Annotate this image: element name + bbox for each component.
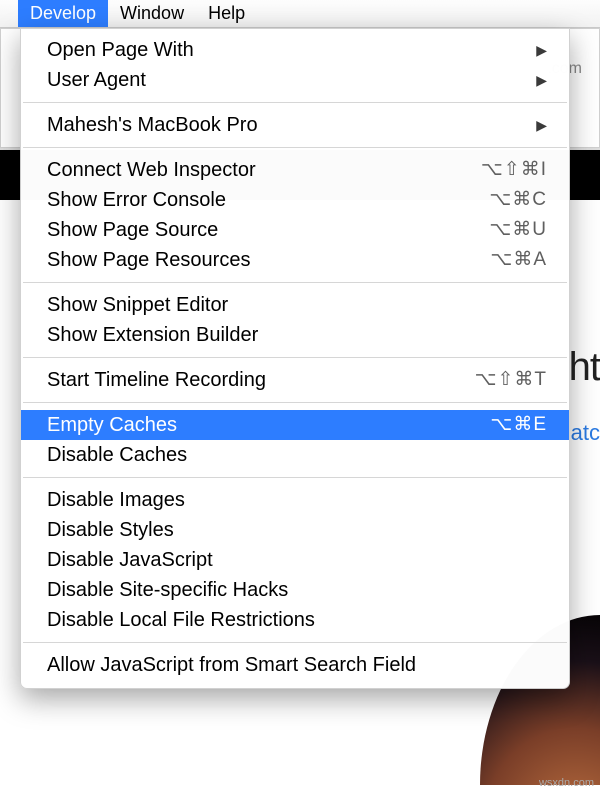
menu-item-shortcut: ⌥⌘E <box>490 410 547 440</box>
menu-item-label: User Agent <box>47 65 524 95</box>
menu-allow-js-smart-search[interactable]: Allow JavaScript from Smart Search Field <box>21 650 569 680</box>
menu-show-extension-builder[interactable]: Show Extension Builder <box>21 320 569 350</box>
menu-disable-styles[interactable]: Disable Styles <box>21 515 569 545</box>
menu-separator <box>23 102 567 103</box>
menubar-help[interactable]: Help <box>196 0 257 27</box>
menu-item-label: Connect Web Inspector <box>47 155 469 185</box>
menu-item-label: Show Page Source <box>47 215 477 245</box>
menu-item-shortcut: ⌥⌘C <box>489 185 547 215</box>
develop-menu: Open Page With ▶ User Agent ▶ Mahesh's M… <box>20 28 570 689</box>
menu-item-label: Empty Caches <box>47 410 478 440</box>
menu-item-label: Disable Images <box>47 485 547 515</box>
menu-show-error-console[interactable]: Show Error Console ⌥⌘C <box>21 185 569 215</box>
menubar-window[interactable]: Window <box>108 0 196 27</box>
menu-disable-caches[interactable]: Disable Caches <box>21 440 569 470</box>
menu-item-label: Disable JavaScript <box>47 545 547 575</box>
menu-show-snippet-editor[interactable]: Show Snippet Editor <box>21 290 569 320</box>
menu-item-shortcut: ⌥⇧⌘I <box>481 155 547 185</box>
menu-separator <box>23 477 567 478</box>
menu-item-label: Disable Local File Restrictions <box>47 605 547 635</box>
menu-item-label: Disable Site-specific Hacks <box>47 575 547 605</box>
menu-show-page-resources[interactable]: Show Page Resources ⌥⌘A <box>21 245 569 275</box>
menu-disable-javascript[interactable]: Disable JavaScript <box>21 545 569 575</box>
menu-item-label: Allow JavaScript from Smart Search Field <box>47 650 547 680</box>
page-heading-fragment: ht <box>569 345 600 390</box>
menu-start-timeline-recording[interactable]: Start Timeline Recording ⌥⇧⌘T <box>21 365 569 395</box>
menubar: Develop Window Help <box>0 0 600 28</box>
menu-device[interactable]: Mahesh's MacBook Pro ▶ <box>21 110 569 140</box>
menu-item-label: Disable Caches <box>47 440 547 470</box>
menu-item-label: Show Extension Builder <box>47 320 547 350</box>
menu-separator <box>23 357 567 358</box>
menu-item-label: Disable Styles <box>47 515 547 545</box>
submenu-arrow-icon: ▶ <box>536 110 547 140</box>
menu-user-agent[interactable]: User Agent ▶ <box>21 65 569 95</box>
submenu-arrow-icon: ▶ <box>536 65 547 95</box>
menu-separator <box>23 282 567 283</box>
menu-item-label: Start Timeline Recording <box>47 365 463 395</box>
menu-separator <box>23 402 567 403</box>
menu-item-label: Show Page Resources <box>47 245 478 275</box>
menu-separator <box>23 642 567 643</box>
menu-item-label: Show Snippet Editor <box>47 290 547 320</box>
menu-connect-web-inspector[interactable]: Connect Web Inspector ⌥⇧⌘I <box>21 155 569 185</box>
menu-item-shortcut: ⌥⇧⌘T <box>475 365 547 395</box>
menu-item-shortcut: ⌥⌘U <box>489 215 547 245</box>
menu-item-label: Show Error Console <box>47 185 477 215</box>
watermark: wsxdn.com <box>539 777 594 789</box>
menu-disable-local-restrictions[interactable]: Disable Local File Restrictions <box>21 605 569 635</box>
menu-separator <box>23 147 567 148</box>
menu-item-label: Mahesh's MacBook Pro <box>47 110 524 140</box>
page-link-fragment: atc <box>571 420 600 446</box>
menu-item-shortcut: ⌥⌘A <box>490 245 547 275</box>
menu-show-page-source[interactable]: Show Page Source ⌥⌘U <box>21 215 569 245</box>
menu-open-page-with[interactable]: Open Page With ▶ <box>21 35 569 65</box>
menu-empty-caches[interactable]: Empty Caches ⌥⌘E <box>21 410 569 440</box>
menu-item-label: Open Page With <box>47 35 524 65</box>
submenu-arrow-icon: ▶ <box>536 35 547 65</box>
menu-disable-site-hacks[interactable]: Disable Site-specific Hacks <box>21 575 569 605</box>
menubar-develop[interactable]: Develop <box>18 0 108 27</box>
menu-disable-images[interactable]: Disable Images <box>21 485 569 515</box>
